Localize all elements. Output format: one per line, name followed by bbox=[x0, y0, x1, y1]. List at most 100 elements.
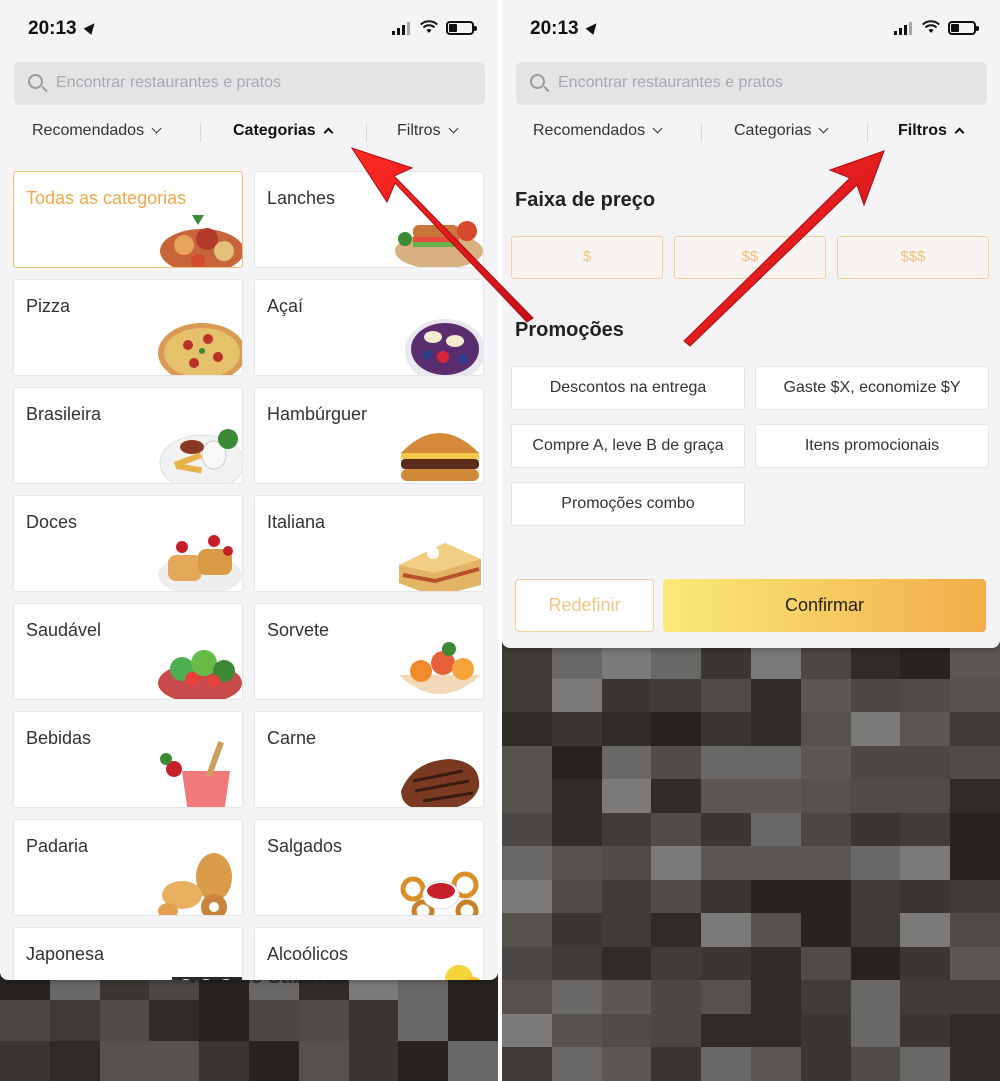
price-option-3[interactable]: $$$ bbox=[837, 236, 989, 279]
blur-pixel bbox=[651, 645, 702, 679]
confirm-button[interactable]: Confirmar bbox=[663, 579, 986, 632]
category-card-bebidas[interactable]: Bebidas bbox=[13, 711, 243, 808]
tab-recommended[interactable]: Recomendados bbox=[533, 122, 663, 140]
category-label: Alcoólicos bbox=[267, 944, 349, 964]
blur-pixel bbox=[850, 678, 901, 713]
category-card-todas[interactable]: Todas as categorias bbox=[13, 171, 243, 268]
blur-pixel bbox=[502, 645, 552, 679]
blur-pixel bbox=[651, 1013, 702, 1048]
blur-pixel bbox=[800, 678, 851, 713]
blur-pixel bbox=[248, 1000, 299, 1041]
category-label: Sorvete bbox=[267, 620, 330, 640]
price-option-1[interactable]: $ bbox=[511, 236, 663, 279]
category-card-carne[interactable]: Carne bbox=[254, 711, 484, 808]
blur-pixel bbox=[199, 1040, 249, 1081]
blur-pixel bbox=[651, 879, 702, 914]
category-card-acai[interactable]: Açaí bbox=[254, 279, 484, 376]
blur-pixel bbox=[651, 745, 702, 780]
blur-pixel bbox=[800, 745, 851, 780]
blur-pixel bbox=[750, 846, 801, 880]
blur-pixel bbox=[551, 745, 602, 780]
blur-pixel bbox=[900, 1013, 951, 1048]
blur-pixel bbox=[601, 812, 652, 847]
signal-icon bbox=[894, 22, 912, 35]
blur-pixel bbox=[651, 846, 702, 880]
acai-bowl-icon bbox=[405, 319, 483, 375]
tab-recommended[interactable]: Recomendados bbox=[32, 122, 162, 140]
category-card-padaria[interactable]: Padaria bbox=[13, 819, 243, 916]
categories-dropdown-sheet: 20:13 Encontrar restaurantes e pratos Re… bbox=[0, 0, 498, 980]
signal-icon bbox=[392, 22, 410, 35]
blur-pixel bbox=[950, 846, 1000, 880]
blur-pixel bbox=[448, 1000, 498, 1041]
reset-button[interactable]: Redefinir bbox=[515, 579, 654, 632]
blur-pixel bbox=[900, 980, 951, 1014]
tab-recommended-label: Recomendados bbox=[533, 122, 646, 139]
promo-promotional-items[interactable]: Itens promocionais bbox=[755, 424, 989, 468]
status-time: 20:13 bbox=[28, 18, 77, 39]
blur-pixel bbox=[551, 1047, 602, 1081]
category-label: Açaí bbox=[267, 296, 304, 316]
fruit-bowl-icon bbox=[399, 642, 481, 694]
category-card-brasileira[interactable]: Brasileira bbox=[13, 387, 243, 484]
category-card-doces[interactable]: Doces bbox=[13, 495, 243, 592]
blur-pixel bbox=[601, 846, 652, 880]
chevron-up-icon bbox=[323, 127, 334, 138]
blur-pixel bbox=[950, 812, 1000, 847]
category-card-sorvete[interactable]: Sorvete bbox=[254, 603, 484, 700]
category-card-pizza[interactable]: Pizza bbox=[13, 279, 243, 376]
phone-screen-filters: 20:13 Encontrar restaurantes e pratos Re… bbox=[502, 0, 1000, 1081]
blur-pixel bbox=[348, 1000, 399, 1041]
tab-filters[interactable]: Filtros bbox=[898, 122, 965, 140]
price-option-2[interactable]: $$ bbox=[674, 236, 826, 279]
wifi-icon bbox=[420, 20, 438, 33]
blur-pixel bbox=[651, 980, 702, 1014]
blur-pixel bbox=[800, 846, 851, 880]
promo-combo[interactable]: Promoções combo bbox=[511, 482, 745, 526]
blur-pixel bbox=[601, 745, 652, 780]
blur-pixel bbox=[651, 712, 702, 746]
tab-filters-label: Filtros bbox=[397, 122, 441, 139]
status-time: 20:13 bbox=[530, 18, 579, 39]
blur-pixel bbox=[0, 1040, 50, 1081]
blur-pixel bbox=[502, 779, 552, 813]
category-card-italiana[interactable]: Italiana bbox=[254, 495, 484, 592]
blur-pixel bbox=[701, 645, 751, 679]
category-card-salgados[interactable]: Salgados bbox=[254, 819, 484, 916]
promo-delivery-discount[interactable]: Descontos na entrega bbox=[511, 366, 745, 410]
category-card-saudavel[interactable]: Saudável bbox=[13, 603, 243, 700]
blur-pixel bbox=[850, 1013, 901, 1048]
category-card-lanches[interactable]: Lanches bbox=[254, 171, 484, 268]
tab-filters[interactable]: Filtros bbox=[397, 122, 459, 140]
blur-pixel bbox=[750, 812, 801, 847]
blur-pixel bbox=[900, 779, 951, 813]
promo-buy-a-get-b[interactable]: Compre A, leve B de graça bbox=[511, 424, 745, 468]
battery-icon bbox=[446, 21, 477, 35]
category-label: Lanches bbox=[267, 188, 336, 208]
blur-pixel bbox=[701, 879, 751, 914]
tab-categories[interactable]: Categorias bbox=[233, 122, 334, 140]
blur-pixel bbox=[551, 980, 602, 1014]
category-card-alcoolicos[interactable]: Alcoólicos bbox=[254, 927, 484, 980]
promo-spend-save[interactable]: Gaste $X, economize $Y bbox=[755, 366, 989, 410]
blur-pixel bbox=[701, 812, 751, 847]
blur-pixel bbox=[601, 712, 652, 746]
blur-pixel bbox=[900, 745, 951, 780]
blur-pixel bbox=[551, 779, 602, 813]
blur-pixel bbox=[551, 1013, 602, 1048]
blur-pixel bbox=[551, 913, 602, 947]
search-input[interactable]: Encontrar restaurantes e pratos bbox=[14, 62, 485, 105]
category-label: Doces bbox=[26, 512, 78, 532]
category-label: Salgados bbox=[267, 836, 343, 856]
blur-pixel bbox=[900, 879, 951, 914]
blur-pixel bbox=[750, 946, 801, 981]
category-card-japonesa[interactable]: Japonesa bbox=[13, 927, 243, 980]
blur-pixel bbox=[701, 678, 751, 713]
sushi-icon bbox=[172, 977, 242, 980]
tab-categories[interactable]: Categorias bbox=[734, 122, 829, 140]
blur-pixel bbox=[149, 1040, 200, 1081]
search-input[interactable]: Encontrar restaurantes e pratos bbox=[516, 62, 987, 105]
filter-bar: Recomendados Categorias Filtros bbox=[0, 118, 498, 148]
category-card-hamburguer[interactable]: Hambúrguer bbox=[254, 387, 484, 484]
blur-pixel bbox=[750, 1013, 801, 1048]
